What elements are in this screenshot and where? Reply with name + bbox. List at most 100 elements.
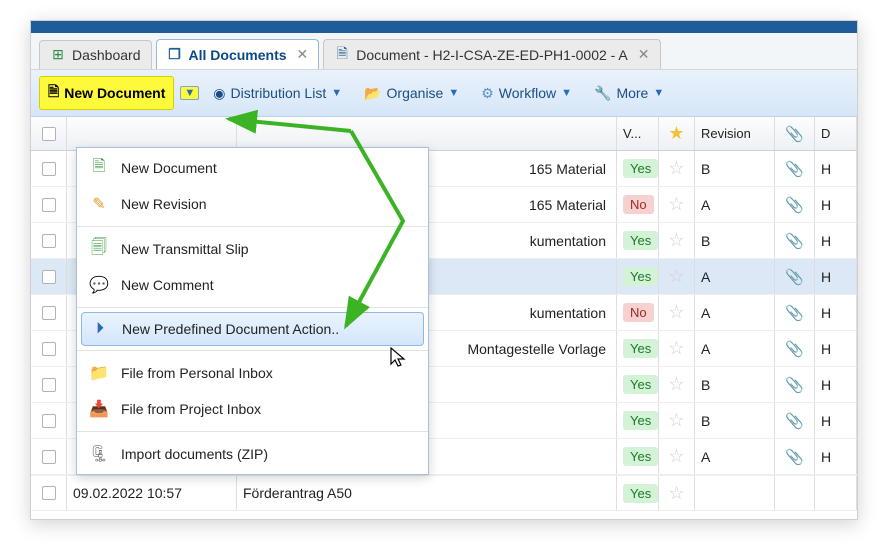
close-icon[interactable]: ✕ bbox=[297, 46, 309, 63]
validated-badge: Yes bbox=[623, 447, 658, 466]
validated-badge: Yes bbox=[623, 231, 658, 250]
menu-personal-inbox[interactable]: 📁 File from Personal Inbox bbox=[77, 355, 428, 391]
separator bbox=[77, 431, 428, 432]
row-d: H bbox=[815, 331, 857, 366]
row-description: Förderantrag A50 bbox=[237, 476, 617, 510]
star-icon[interactable]: ☆ bbox=[668, 266, 684, 287]
table-row[interactable]: 09.02.2022 10:57 Förderantrag A50 Yes ☆ bbox=[31, 475, 857, 511]
button-label: Organise bbox=[387, 85, 444, 101]
row-revision: B bbox=[695, 403, 775, 438]
workflow-button[interactable]: ⚙ Workflow ▼ bbox=[473, 81, 580, 106]
header-d[interactable]: D bbox=[815, 117, 857, 150]
paperclip-icon: 📎 bbox=[785, 304, 804, 322]
distribution-list-button[interactable]: ◉ Distribution List ▼ bbox=[205, 81, 350, 106]
document-add-icon: 🗎 bbox=[89, 158, 109, 178]
row-revision: B bbox=[695, 367, 775, 402]
organise-button[interactable]: 📂 Organise ▼ bbox=[356, 81, 467, 106]
menu-project-inbox[interactable]: 📥 File from Project Inbox bbox=[77, 391, 428, 427]
row-checkbox[interactable] bbox=[42, 342, 56, 356]
star-icon[interactable]: ☆ bbox=[668, 194, 684, 215]
menu-import-zip[interactable]: 🗜 Import documents (ZIP) bbox=[77, 436, 428, 472]
button-label: Workflow bbox=[499, 85, 556, 101]
paperclip-icon: 📎 bbox=[785, 160, 804, 178]
zip-icon: 🗜 bbox=[89, 444, 109, 464]
document-add-icon: 🗎 bbox=[48, 81, 59, 105]
paperclip-icon: 📎 bbox=[785, 125, 804, 143]
header-checkbox[interactable] bbox=[31, 117, 67, 150]
menu-label: File from Personal Inbox bbox=[121, 365, 273, 381]
row-revision: B bbox=[695, 223, 775, 258]
menu-label: New Revision bbox=[121, 196, 207, 212]
star-icon[interactable]: ☆ bbox=[668, 374, 684, 395]
menu-label: New Transmittal Slip bbox=[121, 241, 249, 257]
star-icon[interactable]: ☆ bbox=[668, 410, 684, 431]
star-icon[interactable]: ☆ bbox=[668, 302, 684, 323]
row-checkbox[interactable] bbox=[42, 378, 56, 392]
header-date[interactable] bbox=[67, 117, 237, 150]
row-checkbox[interactable] bbox=[42, 198, 56, 212]
chevron-down-icon: ▼ bbox=[448, 87, 459, 99]
header-v[interactable]: V... bbox=[617, 117, 659, 150]
paperclip-icon: 📎 bbox=[785, 340, 804, 358]
row-date: 09.02.2022 10:57 bbox=[67, 476, 237, 510]
menu-new-revision[interactable]: ✎ New Revision bbox=[77, 186, 428, 222]
separator bbox=[77, 307, 428, 308]
new-document-button[interactable]: 🗎 New Document bbox=[39, 76, 174, 110]
table-header: V... ★ Revision 📎 D bbox=[31, 117, 857, 151]
header-favorite[interactable]: ★ bbox=[659, 117, 695, 150]
workflow-icon: ⚙ bbox=[481, 85, 494, 102]
tab-dashboard[interactable]: ⊞ Dashboard bbox=[39, 40, 152, 69]
header-description[interactable] bbox=[237, 117, 617, 150]
button-label: New Document bbox=[64, 85, 165, 101]
row-checkbox[interactable] bbox=[42, 270, 56, 284]
star-icon[interactable]: ☆ bbox=[668, 158, 684, 179]
row-d: H bbox=[815, 367, 857, 402]
grid-icon: ⊞ bbox=[50, 47, 66, 63]
separator bbox=[77, 226, 428, 227]
row-checkbox[interactable] bbox=[42, 486, 56, 500]
menu-label: New Comment bbox=[121, 277, 214, 293]
row-checkbox[interactable] bbox=[42, 450, 56, 464]
documents-icon: ❐ bbox=[167, 47, 183, 63]
row-checkbox[interactable] bbox=[42, 162, 56, 176]
tab-document-detail[interactable]: 🗎 Document - H2-I-CSA-ZE-ED-PH1-0002 - A… bbox=[323, 39, 660, 69]
pencil-icon: ✎ bbox=[89, 194, 109, 214]
row-checkbox[interactable] bbox=[42, 306, 56, 320]
row-checkbox[interactable] bbox=[42, 234, 56, 248]
row-revision: A bbox=[695, 187, 775, 222]
validated-badge: Yes bbox=[623, 484, 658, 503]
row-revision: A bbox=[695, 295, 775, 330]
row-attachment bbox=[775, 476, 815, 510]
menu-new-comment[interactable]: 💬 New Comment bbox=[77, 267, 428, 303]
menu-new-transmittal[interactable]: 🗐 New Transmittal Slip bbox=[77, 231, 428, 267]
menu-new-document[interactable]: 🗎 New Document bbox=[77, 150, 428, 186]
paperclip-icon: 📎 bbox=[785, 232, 804, 250]
menu-label: New Predefined Document Action.. bbox=[122, 321, 339, 337]
row-d bbox=[815, 476, 857, 510]
transmittal-icon: 🗐 bbox=[89, 239, 109, 259]
star-icon[interactable]: ☆ bbox=[668, 446, 684, 467]
validated-badge: No bbox=[623, 303, 654, 322]
close-icon[interactable]: ✕ bbox=[638, 46, 650, 63]
menu-label: New Document bbox=[121, 160, 217, 176]
paperclip-icon: 📎 bbox=[785, 448, 804, 466]
new-document-dropdown: 🗎 New Document ✎ New Revision 🗐 New Tran… bbox=[76, 147, 429, 475]
tab-all-documents[interactable]: ❐ All Documents ✕ bbox=[156, 39, 320, 69]
play-circle-icon: ⏵ bbox=[90, 319, 110, 339]
menu-label: Import documents (ZIP) bbox=[121, 446, 268, 462]
star-icon[interactable]: ☆ bbox=[668, 338, 684, 359]
star-icon[interactable]: ☆ bbox=[668, 483, 684, 504]
row-revision bbox=[695, 476, 775, 510]
comment-icon: 💬 bbox=[89, 275, 109, 295]
chevron-down-icon: ▼ bbox=[561, 87, 572, 99]
separator bbox=[77, 350, 428, 351]
wrench-icon: 🔧 bbox=[594, 85, 611, 102]
menu-predefined-action[interactable]: ⏵ New Predefined Document Action.. bbox=[81, 312, 424, 346]
star-icon[interactable]: ☆ bbox=[668, 230, 684, 251]
row-revision: A bbox=[695, 331, 775, 366]
more-button[interactable]: 🔧 More ▼ bbox=[586, 81, 672, 106]
header-revision[interactable]: Revision bbox=[695, 117, 775, 150]
row-checkbox[interactable] bbox=[42, 414, 56, 428]
chevron-down-icon[interactable]: ▼ bbox=[180, 86, 199, 100]
header-attachment[interactable]: 📎 bbox=[775, 117, 815, 150]
